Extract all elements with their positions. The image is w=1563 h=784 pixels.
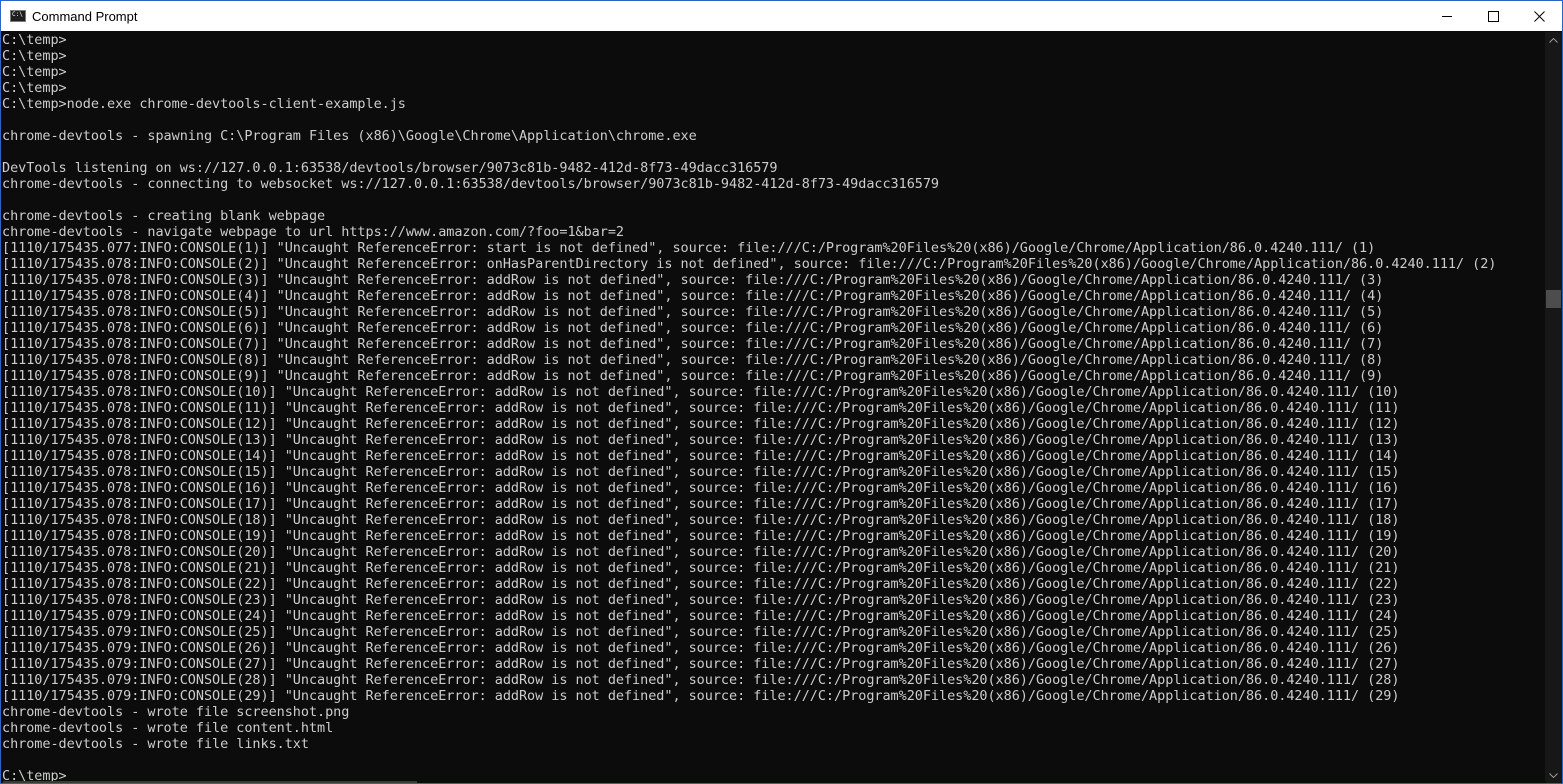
window-title: Command Prompt (32, 8, 138, 24)
console-line: chrome-devtools - spawning C:\Program Fi… (2, 128, 697, 144)
console-line: [1110/175435.077:INFO:CONSOLE(1)] "Uncau… (2, 240, 1376, 256)
console-line: [1110/175435.078:INFO:CONSOLE(9)] "Uncau… (2, 368, 1384, 384)
console-line: [1110/175435.078:INFO:CONSOLE(4)] "Uncau… (2, 288, 1384, 304)
console-line: [1110/175435.078:INFO:CONSOLE(18)] "Unca… (2, 512, 1400, 528)
maximize-button[interactable] (1470, 1, 1516, 31)
console-line: [1110/175435.079:INFO:CONSOLE(28)] "Unca… (2, 672, 1400, 688)
console-line: [1110/175435.078:INFO:CONSOLE(6)] "Uncau… (2, 320, 1384, 336)
console-line: [1110/175435.078:INFO:CONSOLE(20)] "Unca… (2, 544, 1400, 560)
console-line: [1110/175435.078:INFO:CONSOLE(16)] "Unca… (2, 480, 1400, 496)
console-line: [1110/175435.078:INFO:CONSOLE(21)] "Unca… (2, 560, 1400, 576)
scroll-down-arrow-icon (1549, 773, 1558, 778)
console-line: [1110/175435.079:INFO:CONSOLE(24)] "Unca… (2, 608, 1400, 624)
horizontal-scrollbar[interactable] (1, 781, 1546, 783)
horizontal-scroll-thumb[interactable] (3, 781, 417, 783)
console-line: [1110/175435.079:INFO:CONSOLE(26)] "Unca… (2, 640, 1400, 656)
console-line: [1110/175435.078:INFO:CONSOLE(5)] "Uncau… (2, 304, 1384, 320)
console-line: [1110/175435.078:INFO:CONSOLE(2)] "Uncau… (2, 256, 1497, 272)
vertical-scrollbar[interactable] (1545, 32, 1562, 783)
console-line: [1110/175435.079:INFO:CONSOLE(27)] "Unca… (2, 656, 1400, 672)
minimize-icon (1441, 15, 1452, 17)
console-line: [1110/175435.079:INFO:CONSOLE(29)] "Unca… (2, 688, 1400, 704)
console-line: [1110/175435.078:INFO:CONSOLE(19)] "Unca… (2, 528, 1400, 544)
maximize-icon (1487, 10, 1499, 22)
console-output[interactable]: C:\temp> C:\temp> C:\temp> C:\temp> C:\temp>… (1, 32, 1546, 783)
console-line: [1110/175435.078:INFO:CONSOLE(13)] "Unca… (2, 432, 1400, 448)
console-line: C:\temp>node.exe chrome-devtools-client-… (2, 96, 406, 112)
console-line: chrome-devtools - wrote file links.txt (2, 736, 309, 752)
console-line: DevTools listening on ws://127.0.0.1:635… (2, 160, 778, 176)
console-line: C:\temp> (2, 32, 67, 48)
console-line: [1110/175435.078:INFO:CONSOLE(17)] "Unca… (2, 496, 1400, 512)
console-line: [1110/175435.078:INFO:CONSOLE(3)] "Uncau… (2, 272, 1384, 288)
console-line: C:\temp> (2, 80, 67, 96)
console-line: [1110/175435.078:INFO:CONSOLE(14)] "Unca… (2, 448, 1400, 464)
console-line: [1110/175435.079:INFO:CONSOLE(25)] "Unca… (2, 624, 1400, 640)
console-line: [1110/175435.078:INFO:CONSOLE(23)] "Unca… (2, 592, 1400, 608)
scroll-up-button[interactable] (1545, 32, 1562, 49)
scroll-thumb[interactable] (1546, 290, 1561, 308)
console-line: C:\temp> (2, 64, 67, 80)
console-line: [1110/175435.078:INFO:CONSOLE(11)] "Unca… (2, 400, 1400, 416)
console-line: [1110/175435.078:INFO:CONSOLE(22)] "Unca… (2, 576, 1400, 592)
scroll-down-button[interactable] (1545, 767, 1562, 783)
close-button[interactable] (1516, 1, 1562, 31)
window-controls (1424, 1, 1562, 31)
title-bar[interactable]: Command Prompt (1, 1, 1562, 31)
console-line: C:\temp> (2, 48, 67, 64)
console-line: chrome-devtools - connecting to websocke… (2, 176, 940, 192)
console-line: [1110/175435.078:INFO:CONSOLE(8)] "Uncau… (2, 352, 1384, 368)
minimize-button[interactable] (1424, 1, 1470, 31)
close-icon (1533, 10, 1545, 22)
scroll-up-arrow-icon (1549, 38, 1558, 43)
console-line: [1110/175435.078:INFO:CONSOLE(15)] "Unca… (2, 464, 1400, 480)
console-line: chrome-devtools - navigate webpage to ur… (2, 224, 624, 240)
console-line: [1110/175435.078:INFO:CONSOLE(10)] "Unca… (2, 384, 1400, 400)
console-line: chrome-devtools - wrote file screenshot.… (2, 704, 350, 720)
console-line: chrome-devtools - wrote file content.htm… (2, 720, 334, 736)
console-line: chrome-devtools - creating blank webpage (2, 208, 326, 224)
command-prompt-window: Command Prompt C:\temp>C:\temp>C:\temp>C… (0, 0, 1563, 784)
console-line: [1110/175435.078:INFO:CONSOLE(12)] "Unca… (2, 416, 1400, 432)
cmd-icon[interactable] (10, 10, 26, 22)
console-line: [1110/175435.078:INFO:CONSOLE(7)] "Uncau… (2, 336, 1384, 352)
